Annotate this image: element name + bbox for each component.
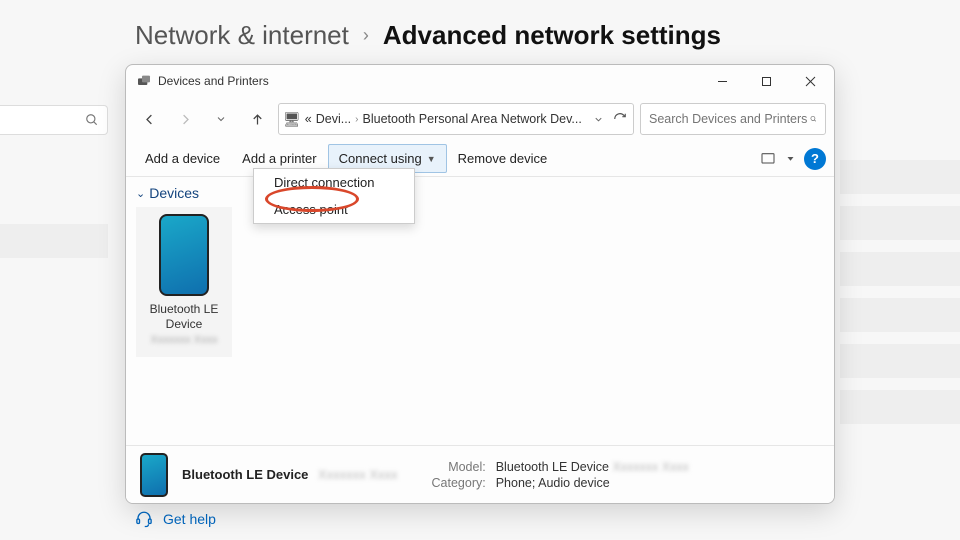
command-bar: Add a device Add a printer Connect using… — [126, 141, 834, 177]
search-box[interactable] — [640, 103, 826, 135]
address-root[interactable]: Devi... — [316, 112, 351, 126]
settings-search-stub[interactable] — [0, 105, 108, 135]
details-device-name: Bluetooth LE Device — [182, 467, 308, 482]
maximize-button[interactable] — [744, 66, 788, 96]
model-value: Bluetooth LE Device Xxxxxxx Xxxx — [496, 460, 689, 474]
close-button[interactable] — [788, 66, 832, 96]
devices-printers-icon — [136, 73, 152, 89]
view-dropdown-icon[interactable] — [782, 147, 798, 171]
remove-device-button[interactable]: Remove device — [447, 144, 559, 173]
model-label: Model: — [432, 460, 486, 474]
help-headset-icon — [135, 510, 153, 528]
phone-device-icon — [140, 453, 168, 497]
details-meta: Model: Bluetooth LE Device Xxxxxxx Xxxx … — [432, 460, 689, 490]
location-icon: 🖥 — [283, 110, 301, 128]
menu-item-access-point[interactable]: Access point — [254, 196, 414, 223]
content-area: ⌄ Devices Bluetooth LE Device Xxxxxxx Xx… — [126, 177, 834, 445]
breadcrumb-parent[interactable]: Network & internet — [135, 20, 349, 51]
get-help-label: Get help — [163, 511, 216, 527]
devices-printers-window: Devices and Printers 🖥 « Devi... › Bluet… — [125, 64, 835, 504]
menu-item-direct-connection[interactable]: Direct connection — [254, 169, 414, 196]
search-icon[interactable] — [810, 111, 817, 127]
details-name-block: Bluetooth LE Device Xxxxxxx Xxxx — [182, 467, 398, 482]
view-options-button[interactable] — [754, 147, 782, 171]
device-label: Bluetooth LE Device — [141, 302, 227, 332]
device-tile[interactable]: Bluetooth LE Device Xxxxxxx Xxxx — [136, 207, 232, 357]
window-title: Devices and Printers — [158, 74, 269, 88]
recent-locations-button[interactable] — [206, 104, 236, 134]
category-label: Category: — [432, 476, 486, 490]
add-device-button[interactable]: Add a device — [134, 144, 231, 173]
window-titlebar: Devices and Printers — [126, 65, 834, 97]
search-icon — [85, 113, 99, 127]
device-sublabel-blurred: Xxxxxxx Xxxx — [150, 334, 217, 346]
chevron-right-icon[interactable]: › — [355, 114, 358, 125]
up-button[interactable] — [242, 104, 272, 134]
chevron-down-icon: ⌄ — [136, 187, 145, 200]
category-value: Phone; Audio device — [496, 476, 689, 490]
address-dropdown-icon[interactable] — [590, 110, 608, 128]
back-button[interactable] — [134, 104, 164, 134]
details-name-blurred: Xxxxxxx Xxxx — [318, 467, 397, 482]
chevron-right-icon: › — [363, 25, 369, 46]
get-help-link[interactable]: Get help — [135, 510, 216, 528]
breadcrumb-current: Advanced network settings — [383, 20, 721, 51]
phone-device-icon — [159, 214, 209, 296]
address-bar[interactable]: 🖥 « Devi... › Bluetooth Personal Area Ne… — [278, 103, 634, 135]
address-current[interactable]: Bluetooth Personal Area Network Dev... — [363, 112, 582, 126]
help-button[interactable]: ? — [804, 148, 826, 170]
settings-breadcrumb: Network & internet › Advanced network se… — [135, 20, 721, 51]
search-input[interactable] — [649, 112, 810, 126]
details-pane: Bluetooth LE Device Xxxxxxx Xxxx Model: … — [126, 445, 834, 503]
connect-using-menu: Direct connection Access point — [253, 168, 415, 224]
address-ellipsis[interactable]: « — [305, 112, 312, 126]
group-label: Devices — [149, 185, 199, 201]
forward-button[interactable] — [170, 104, 200, 134]
devices-group-header[interactable]: ⌄ Devices — [136, 183, 824, 207]
connect-using-label: Connect using — [339, 151, 422, 166]
refresh-icon[interactable] — [611, 110, 629, 128]
dropdown-caret-icon: ▼ — [427, 154, 436, 164]
minimize-button[interactable] — [700, 66, 744, 96]
navigation-row: 🖥 « Devi... › Bluetooth Personal Area Ne… — [126, 97, 834, 141]
